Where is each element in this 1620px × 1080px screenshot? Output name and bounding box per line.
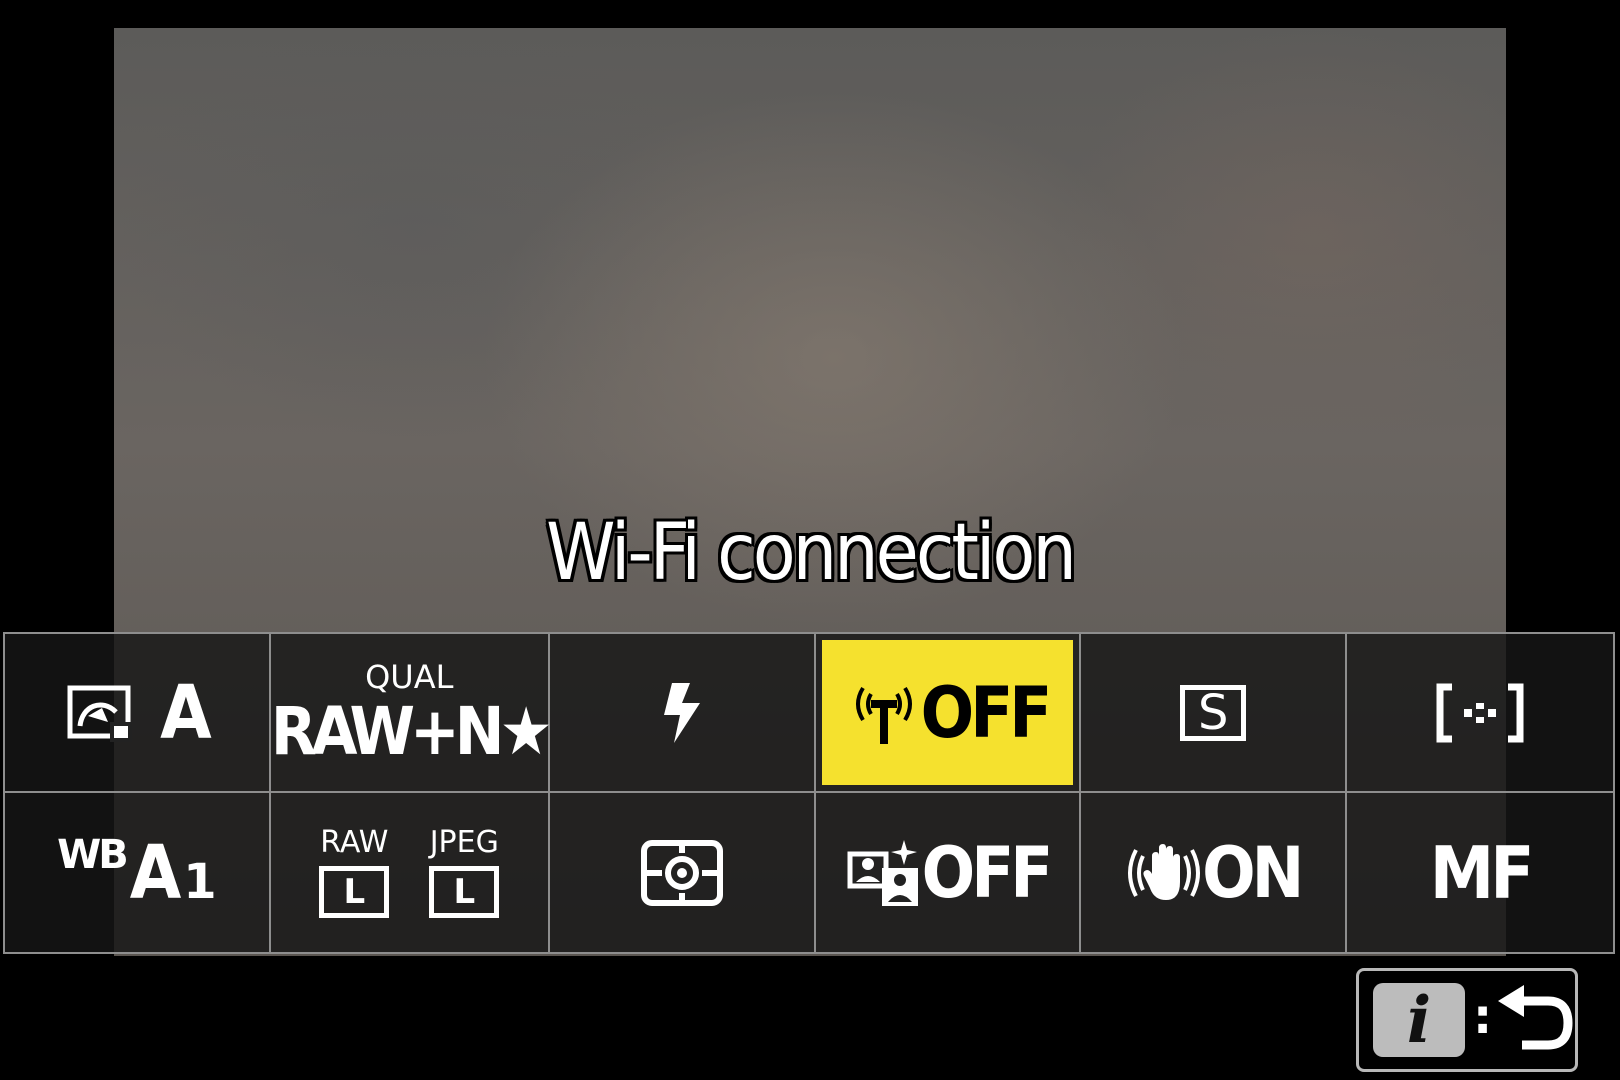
release-mode-cell[interactable]: S (1081, 634, 1348, 793)
flash-icon (663, 682, 700, 743)
raw-size-value: L (343, 871, 366, 912)
image-quality-label: QUAL (365, 657, 454, 696)
vr-hand-icon (1128, 843, 1201, 900)
white-balance-sub: 1 (183, 853, 217, 910)
image-quality-value: RAW+N★ (270, 692, 553, 770)
flash-mode-cell[interactable] (549, 634, 816, 793)
picture-control-value: A (160, 669, 211, 756)
focus-mode-value: MF (1429, 830, 1535, 915)
image-size-cell[interactable]: RAW L JPEG L (270, 793, 550, 952)
i-button-icon: i (1373, 982, 1465, 1058)
jpeg-size-value: L (453, 871, 476, 912)
matrix-metering-icon (640, 839, 723, 906)
white-balance-cell[interactable]: WB A 1 (5, 793, 271, 952)
picture-control-cell[interactable]: A (5, 634, 271, 793)
vibration-reduction-value: ON (1202, 831, 1304, 914)
colon-separator: : (1473, 989, 1493, 1045)
wifi-value: OFF (920, 671, 1053, 754)
status-message: Wi-Fi connection (546, 508, 1077, 598)
i-key-label: i (1406, 982, 1432, 1058)
focus-mode-cell[interactable]: MF (1347, 793, 1613, 952)
return-arrow-icon (1498, 985, 1573, 1050)
jpeg-size-label: JPEG (429, 824, 499, 860)
active-d-lighting-value: OFF (921, 831, 1054, 914)
af-area-mode-cell[interactable] (1347, 634, 1613, 793)
white-balance-value: A (129, 829, 181, 916)
single-frame-icon: S (1180, 684, 1247, 741)
picture-control-icon (67, 685, 133, 742)
wifi-antenna-icon (855, 686, 912, 744)
raw-size-icon: L (319, 865, 390, 918)
vibration-reduction-cell[interactable]: ON (1081, 793, 1348, 952)
camera-screen: Wi-Fi connection A QUAL RAW+N★ OFF S WB … (0, 0, 1620, 1080)
release-mode-value: S (1198, 684, 1229, 741)
i-back-button[interactable]: i : (1356, 968, 1578, 1072)
active-d-lighting-cell[interactable]: OFF (815, 793, 1082, 952)
af-area-bracket-icon (1436, 683, 1524, 742)
wb-label-icon: WB (57, 831, 129, 878)
active-d-lighting-icon (847, 839, 918, 906)
jpeg-size-icon: L (429, 865, 500, 918)
metering-cell[interactable] (549, 793, 816, 952)
raw-size-label: RAW (320, 824, 389, 860)
wifi-connection-cell[interactable]: OFF (815, 634, 1082, 793)
i-menu-grid: A QUAL RAW+N★ OFF S WB A 1 RAW L JPEG L … (3, 632, 1615, 954)
image-quality-cell[interactable]: QUAL RAW+N★ (270, 634, 553, 793)
